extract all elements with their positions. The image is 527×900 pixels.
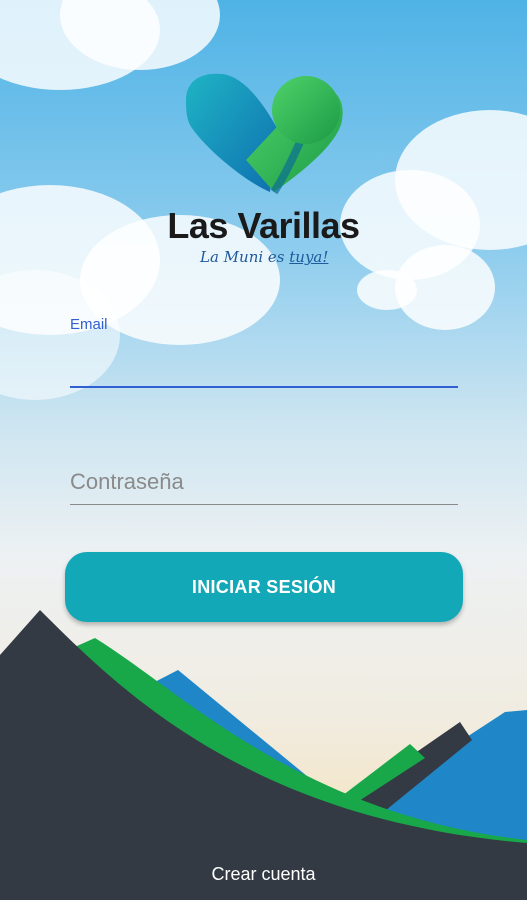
brand-tagline-text: La Muni es bbox=[200, 248, 290, 266]
mountains-illustration bbox=[0, 610, 527, 900]
email-underline bbox=[70, 386, 458, 388]
password-field[interactable] bbox=[70, 462, 458, 508]
brand-name: Las Varillas bbox=[167, 205, 360, 246]
email-label: Email bbox=[70, 316, 108, 333]
password-input[interactable] bbox=[70, 462, 458, 502]
login-screen: Las Varillas La Muni es tuya! Email INIC… bbox=[0, 0, 527, 900]
email-input[interactable] bbox=[70, 346, 458, 386]
password-underline bbox=[70, 504, 458, 505]
email-field[interactable]: Email bbox=[70, 316, 458, 390]
las-varillas-logo-icon bbox=[186, 73, 343, 195]
brand-tagline-highlight: tuya! bbox=[289, 248, 329, 266]
brand-tagline: La Muni es tuya! bbox=[200, 248, 330, 266]
create-account-link[interactable]: Crear cuenta bbox=[0, 864, 527, 885]
